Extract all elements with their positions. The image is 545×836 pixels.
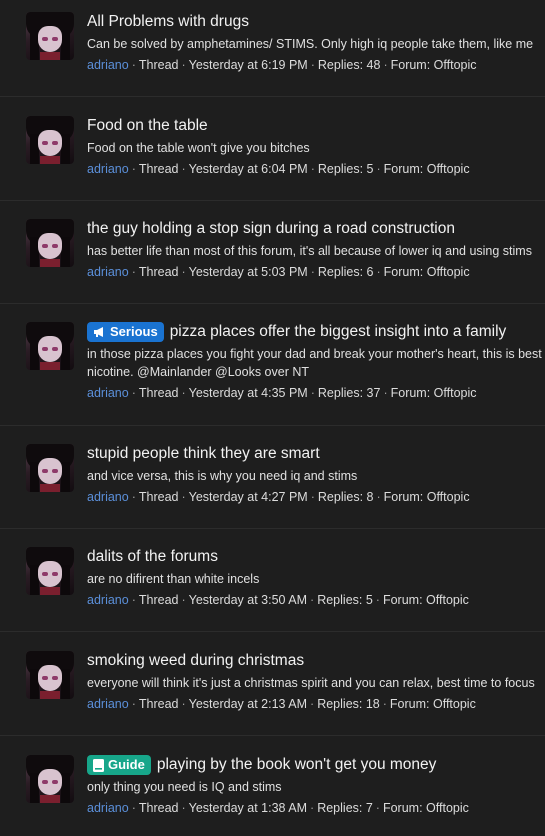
thread-snippet: and vice versa, this is why you need iq … [87, 469, 358, 483]
thread-type: Thread [138, 162, 179, 176]
thread-snippet-line2: nicotine. @Mainlander @Looks over NT [87, 365, 310, 379]
guide-badge[interactable]: Guide [87, 755, 151, 775]
thread-forum[interactable]: Forum: Offtopic [384, 490, 470, 504]
author-link[interactable]: adriano [87, 697, 129, 711]
thread-type: Thread [138, 265, 179, 279]
thread-title[interactable]: stupid people think they are smart [87, 444, 320, 464]
thread-title[interactable]: the guy holding a stop sign during a roa… [87, 219, 455, 239]
thread-meta: adriano · Thread · Yesterday at 5:03 PM · Repl… [87, 265, 470, 279]
thread-type: Thread [138, 386, 179, 400]
author-link[interactable]: adriano [87, 801, 129, 815]
thread-time: Yesterday at 4:27 PM [188, 490, 308, 504]
thread-replies: Replies: 6 [317, 265, 374, 279]
author-link[interactable]: adriano [87, 162, 129, 176]
list-item: Food on the table Food on the table won'… [0, 116, 545, 201]
thread-replies: Replies: 5 [317, 162, 374, 176]
avatar[interactable] [26, 651, 74, 699]
thread-time: Yesterday at 4:35 PM [188, 386, 308, 400]
avatar[interactable] [26, 444, 74, 492]
thread-snippet: in those pizza places you fight your dad… [87, 347, 542, 361]
thread-title[interactable]: smoking weed during christmas [87, 651, 304, 671]
thread-snippet: Can be solved by amphetamines/ STIMS. On… [87, 37, 534, 51]
list-item: All Problems with drugs Can be solved by… [0, 12, 545, 97]
thread-replies: Replies: 5 [317, 593, 373, 607]
thread-list: All Problems with drugs Can be solved by… [0, 0, 545, 836]
avatar[interactable] [26, 755, 74, 803]
thread-forum[interactable]: Forum: Offtopic [391, 386, 477, 400]
thread-forum[interactable]: Forum: Offtopic [391, 58, 477, 72]
thread-replies: Replies: 7 [317, 801, 373, 815]
thread-forum[interactable]: Forum: Offtopic [384, 265, 470, 279]
thread-time: Yesterday at 6:19 PM [188, 58, 308, 72]
thread-replies: Replies: 37 [317, 386, 381, 400]
thread-replies: Replies: 8 [317, 490, 374, 504]
thread-meta: adriano · Thread · Yesterday at 2:13 AM · Repl… [87, 697, 476, 711]
thread-time: Yesterday at 2:13 AM [188, 697, 308, 711]
avatar[interactable] [26, 547, 74, 595]
thread-type: Thread [138, 697, 179, 711]
thread-replies: Replies: 18 [317, 697, 380, 711]
list-item: the guy holding a stop sign during a roa… [0, 219, 545, 304]
serious-badge[interactable]: Serious [87, 322, 164, 342]
thread-time: Yesterday at 5:03 PM [188, 265, 308, 279]
thread-snippet: everyone will think it's just a christma… [87, 676, 535, 690]
author-link[interactable]: adriano [87, 593, 129, 607]
thread-time: Yesterday at 1:38 AM [188, 801, 308, 815]
thread-meta: adriano · Thread · Yesterday at 6:19 PM · Repl… [87, 58, 477, 72]
thread-meta: adriano · Thread · Yesterday at 1:38 AM · Repl… [87, 801, 469, 815]
thread-type: Thread [138, 490, 179, 504]
avatar[interactable] [26, 322, 74, 370]
thread-title[interactable]: pizza places offer the biggest insight i… [170, 322, 507, 342]
avatar[interactable] [26, 116, 74, 164]
thread-time: Yesterday at 3:50 AM [188, 593, 308, 607]
megaphone-icon [93, 326, 106, 338]
avatar[interactable] [26, 219, 74, 267]
avatar[interactable] [26, 12, 74, 60]
thread-forum[interactable]: Forum: Offtopic [384, 162, 470, 176]
thread-snippet: only thing you need is IQ and stims [87, 780, 282, 794]
thread-meta: adriano · Thread · Yesterday at 4:27 PM · Repl… [87, 490, 470, 504]
author-link[interactable]: adriano [87, 58, 129, 72]
list-item: Guide playing by the book won't get you … [0, 755, 545, 836]
author-link[interactable]: adriano [87, 265, 129, 279]
book-icon [93, 758, 104, 772]
list-item: smoking weed during christmas everyone w… [0, 651, 545, 736]
thread-title[interactable]: playing by the book won't get you money [157, 755, 437, 775]
thread-title[interactable]: All Problems with drugs [87, 12, 249, 32]
thread-replies: Replies: 48 [317, 58, 381, 72]
thread-snippet: Food on the table won't give you bitches [87, 141, 310, 155]
list-item: dalits of the forums are no difirent tha… [0, 547, 545, 632]
thread-meta: adriano · Thread · Yesterday at 3:50 AM · Repl… [87, 593, 469, 607]
thread-meta: adriano · Thread · Yesterday at 6:04 PM · Repl… [87, 162, 470, 176]
thread-title[interactable]: Food on the table [87, 116, 208, 136]
author-link[interactable]: adriano [87, 386, 129, 400]
author-link[interactable]: adriano [87, 490, 129, 504]
thread-time: Yesterday at 6:04 PM [188, 162, 308, 176]
badge-label: Serious [110, 324, 158, 339]
thread-title[interactable]: dalits of the forums [87, 547, 218, 567]
thread-snippet: has better life than most of this forum,… [87, 244, 532, 258]
badge-label: Guide [108, 757, 145, 772]
list-item: stupid people think they are smart and v… [0, 444, 545, 529]
thread-forum[interactable]: Forum: Offtopic [390, 697, 476, 711]
thread-snippet: are no difirent than white incels [87, 572, 260, 586]
list-item: Serious pizza places offer the biggest i… [0, 322, 545, 426]
thread-forum[interactable]: Forum: Offtopic [383, 801, 469, 815]
thread-type: Thread [138, 58, 179, 72]
thread-type: Thread [138, 801, 179, 815]
thread-type: Thread [138, 593, 179, 607]
thread-forum[interactable]: Forum: Offtopic [383, 593, 469, 607]
thread-meta: adriano · Thread · Yesterday at 4:35 PM · Repl… [87, 386, 477, 400]
